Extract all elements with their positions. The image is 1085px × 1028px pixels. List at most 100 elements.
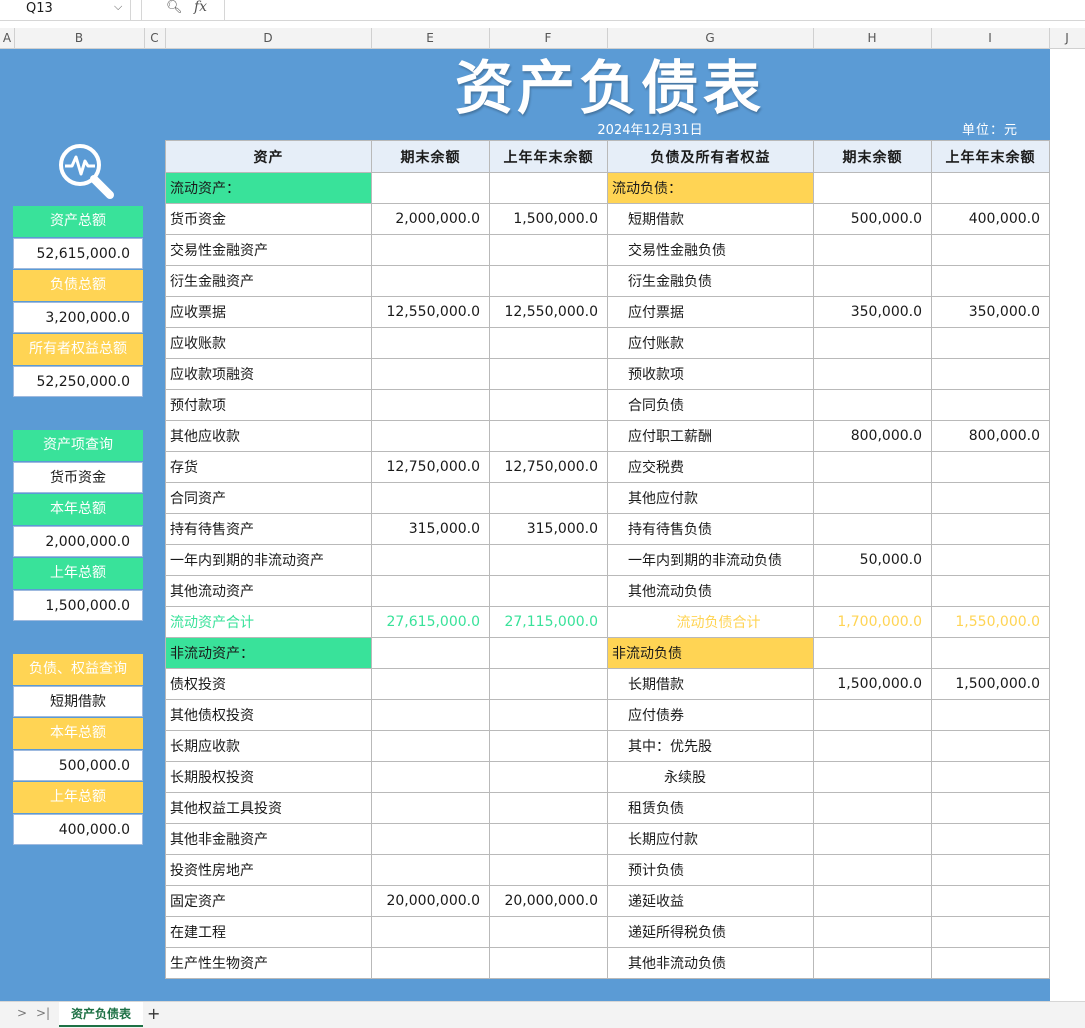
- header-liabilities-equity[interactable]: 负债及所有者权益: [607, 140, 814, 173]
- asset-prior-cell[interactable]: [489, 420, 608, 452]
- liability-item-cell[interactable]: 其中：优先股: [607, 730, 814, 762]
- liability-end-cell[interactable]: [813, 761, 932, 793]
- asset-item-cell[interactable]: 预付款项: [165, 389, 372, 421]
- asset-item-cell[interactable]: 其他债权投资: [165, 699, 372, 731]
- asset-prior-cell[interactable]: [489, 358, 608, 390]
- asset-item-cell[interactable]: 存货: [165, 451, 372, 483]
- liability-end-cell[interactable]: [813, 947, 932, 979]
- liability-prior-cell[interactable]: [931, 358, 1050, 390]
- asset-prior-cell[interactable]: [489, 172, 608, 204]
- asset-prior-cell[interactable]: [489, 389, 608, 421]
- liability-end-cell[interactable]: [813, 234, 932, 266]
- liability-item-cell[interactable]: 长期借款: [607, 668, 814, 700]
- liability-item-cell[interactable]: 应付职工薪酬: [607, 420, 814, 452]
- liability-item-cell[interactable]: 持有待售负债: [607, 513, 814, 545]
- asset-end-cell[interactable]: [371, 637, 490, 669]
- liability-prior-cell[interactable]: [931, 482, 1050, 514]
- asset-item-cell[interactable]: 流动资产合计: [165, 606, 372, 638]
- asset-prior-cell[interactable]: 27,115,000.0: [489, 606, 608, 638]
- liability-end-cell[interactable]: 1,500,000.0: [813, 668, 932, 700]
- asset-end-cell[interactable]: [371, 358, 490, 390]
- liability-item-cell[interactable]: 流动负债：: [607, 172, 814, 204]
- asset-end-cell[interactable]: [371, 172, 490, 204]
- asset-prior-cell[interactable]: [489, 668, 608, 700]
- asset-end-cell[interactable]: [371, 389, 490, 421]
- asset-prior-cell[interactable]: [489, 544, 608, 576]
- zoom-icon[interactable]: 🔍︎: [166, 0, 183, 15]
- liability-item-cell[interactable]: 预收款项: [607, 358, 814, 390]
- add-sheet-icon[interactable]: +: [147, 1004, 160, 1023]
- asset-prior-cell[interactable]: [489, 482, 608, 514]
- liability-prior-cell[interactable]: [931, 792, 1050, 824]
- column-header-c[interactable]: C: [144, 28, 166, 48]
- total-liabilities-value[interactable]: 3,200,000.0: [13, 302, 143, 333]
- asset-prior-cell[interactable]: [489, 699, 608, 731]
- liability-item-cell[interactable]: 租赁负债: [607, 792, 814, 824]
- asset-end-cell[interactable]: [371, 575, 490, 607]
- column-header-b[interactable]: B: [14, 28, 145, 48]
- liability-end-cell[interactable]: [813, 916, 932, 948]
- asset-prior-cell[interactable]: [489, 792, 608, 824]
- asset-item-cell[interactable]: 投资性房地产: [165, 854, 372, 886]
- asset-prior-cell[interactable]: 20,000,000.0: [489, 885, 608, 917]
- liability-prior-cell[interactable]: [931, 699, 1050, 731]
- asset-end-cell[interactable]: [371, 699, 490, 731]
- header-liab-end-balance[interactable]: 期末余额: [813, 140, 932, 173]
- asset-item-cell[interactable]: 其他权益工具投资: [165, 792, 372, 824]
- asset-end-cell[interactable]: [371, 668, 490, 700]
- liability-prior-cell[interactable]: [931, 389, 1050, 421]
- asset-query-input[interactable]: 货币资金: [13, 462, 143, 493]
- asset-end-cell[interactable]: [371, 327, 490, 359]
- asset-item-cell[interactable]: 应收款项融资: [165, 358, 372, 390]
- column-header-e[interactable]: E: [371, 28, 490, 48]
- liability-prior-cell[interactable]: [931, 172, 1050, 204]
- asset-item-cell[interactable]: 长期股权投资: [165, 761, 372, 793]
- liability-prior-cell[interactable]: [931, 513, 1050, 545]
- liability-prior-cell[interactable]: [931, 637, 1050, 669]
- asset-item-cell[interactable]: 流动资产：: [165, 172, 372, 204]
- liability-prior-cell[interactable]: [931, 234, 1050, 266]
- column-header-f[interactable]: F: [489, 28, 608, 48]
- asset-item-cell[interactable]: 生产性生物资产: [165, 947, 372, 979]
- asset-end-cell[interactable]: 27,615,000.0: [371, 606, 490, 638]
- liability-prior-cell[interactable]: [931, 265, 1050, 297]
- column-header-d[interactable]: D: [165, 28, 372, 48]
- asset-end-cell[interactable]: [371, 420, 490, 452]
- asset-end-cell[interactable]: [371, 265, 490, 297]
- liability-prior-cell[interactable]: [931, 947, 1050, 979]
- liability-end-cell[interactable]: [813, 699, 932, 731]
- liability-prior-cell[interactable]: [931, 854, 1050, 886]
- asset-prior-cell[interactable]: [489, 327, 608, 359]
- column-header-h[interactable]: H: [813, 28, 932, 48]
- liability-item-cell[interactable]: 递延所得税负债: [607, 916, 814, 948]
- asset-prior-cell[interactable]: [489, 947, 608, 979]
- asset-end-cell[interactable]: 12,750,000.0: [371, 451, 490, 483]
- asset-item-cell[interactable]: 固定资产: [165, 885, 372, 917]
- liability-end-cell[interactable]: [813, 637, 932, 669]
- liability-prior-cell[interactable]: [931, 730, 1050, 762]
- asset-item-cell[interactable]: 其他流动资产: [165, 575, 372, 607]
- asset-prior-cell[interactable]: 315,000.0: [489, 513, 608, 545]
- header-asset-prior-balance[interactable]: 上年年末余额: [489, 140, 608, 173]
- liability-end-cell[interactable]: [813, 730, 932, 762]
- asset-item-cell[interactable]: 长期应收款: [165, 730, 372, 762]
- liability-item-cell[interactable]: 合同负债: [607, 389, 814, 421]
- total-equity-value[interactable]: 52,250,000.0: [13, 366, 143, 397]
- liability-prior-cell[interactable]: 400,000.0: [931, 203, 1050, 235]
- liability-item-cell[interactable]: 永续股: [607, 761, 814, 793]
- asset-end-cell[interactable]: [371, 792, 490, 824]
- liability-end-cell[interactable]: [813, 451, 932, 483]
- liability-end-cell[interactable]: [813, 575, 932, 607]
- liability-prior-cell[interactable]: [931, 885, 1050, 917]
- asset-end-cell[interactable]: [371, 916, 490, 948]
- column-header-j[interactable]: J: [1049, 28, 1085, 48]
- asset-item-cell[interactable]: 交易性金融资产: [165, 234, 372, 266]
- liability-item-cell[interactable]: 短期借款: [607, 203, 814, 235]
- liability-item-cell[interactable]: 非流动负债: [607, 637, 814, 669]
- liability-end-cell[interactable]: 50,000.0: [813, 544, 932, 576]
- asset-end-cell[interactable]: 20,000,000.0: [371, 885, 490, 917]
- asset-prior-cell[interactable]: [489, 823, 608, 855]
- liability-item-cell[interactable]: 其他非流动负债: [607, 947, 814, 979]
- chevron-down-icon[interactable]: ⌵: [114, 0, 122, 14]
- asset-end-cell[interactable]: [371, 761, 490, 793]
